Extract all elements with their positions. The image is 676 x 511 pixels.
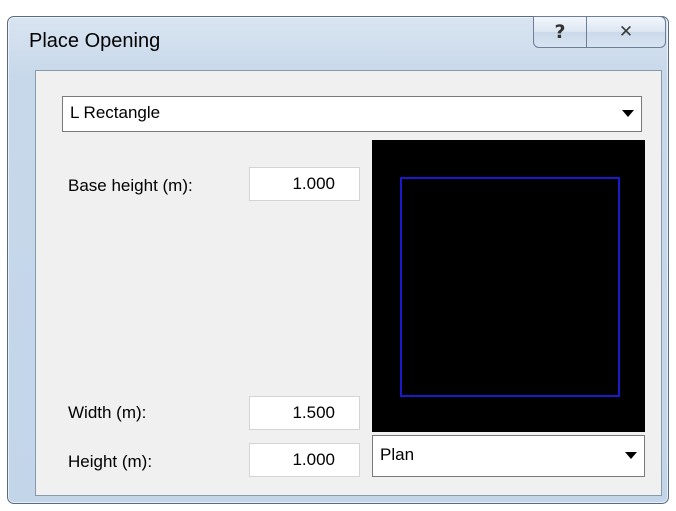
- width-input[interactable]: 1.500: [249, 396, 360, 430]
- close-button[interactable]: ✕: [587, 16, 666, 48]
- help-button[interactable]: ?: [533, 16, 587, 48]
- help-icon: ?: [554, 21, 566, 43]
- base-height-label: Base height (m):: [68, 176, 193, 195]
- height-input[interactable]: 1.000: [249, 443, 360, 477]
- view-value: Plan: [380, 445, 415, 464]
- opening-type-value: L Rectangle: [70, 103, 161, 122]
- height-label: Height (m):: [68, 452, 153, 471]
- opening-preview: [372, 140, 645, 432]
- close-icon: ✕: [618, 22, 634, 42]
- width-label: Width (m):: [68, 403, 147, 422]
- chevron-down-icon: [625, 452, 637, 459]
- caption-buttons: ? ✕: [533, 16, 666, 48]
- view-select[interactable]: Plan: [372, 435, 645, 477]
- opening-outline: [400, 177, 620, 397]
- base-height-input[interactable]: 1.000: [249, 167, 360, 201]
- chevron-down-icon: [622, 110, 634, 117]
- dialog-title: Place Opening: [29, 30, 161, 52]
- opening-type-select[interactable]: L Rectangle: [62, 96, 642, 132]
